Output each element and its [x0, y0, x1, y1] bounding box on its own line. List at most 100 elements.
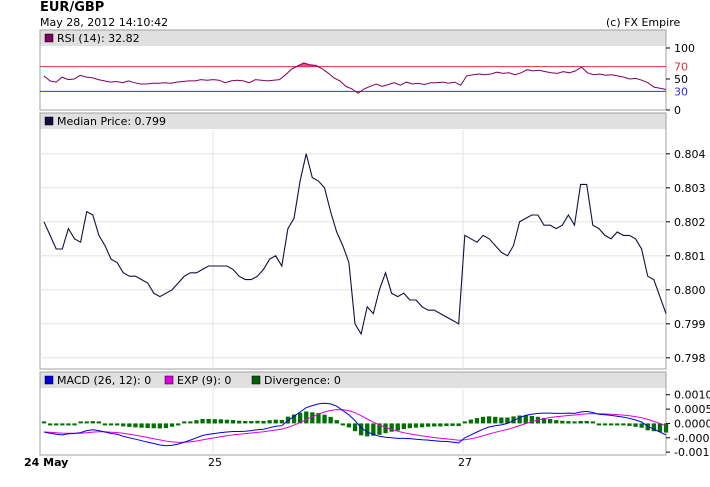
- divergence-bar: [633, 423, 638, 427]
- divergence-bar: [474, 418, 480, 424]
- divergence-bar: [102, 423, 108, 426]
- divergence-bar: [169, 423, 175, 427]
- divergence-bar: [487, 416, 492, 424]
- macd-legend-label: MACD (26, 12): 0: [57, 374, 151, 387]
- divergence-bar: [273, 419, 278, 424]
- divergence-legend-label: Divergence: 0: [264, 374, 341, 387]
- divergence-bar: [230, 420, 236, 424]
- rsi-tick-label: 50: [674, 73, 688, 86]
- divergence-bar: [566, 421, 571, 424]
- divergence-bar: [334, 420, 339, 424]
- price-tick-label: 0.804: [674, 148, 706, 161]
- divergence-bar: [151, 423, 156, 429]
- divergence-bar: [346, 423, 352, 428]
- divergence-bar: [554, 420, 559, 424]
- divergence-bar: [322, 414, 327, 424]
- divergence-bar: [255, 420, 260, 424]
- divergence-bar: [596, 423, 602, 426]
- macd-tick-label: 0.0000: [674, 417, 710, 430]
- x-axis-label: 25: [208, 456, 222, 469]
- price-panel: Median Price: 0.799 0.804 0.803 0.802 0.801…: [39, 112, 706, 370]
- divergence-bar: [108, 423, 114, 426]
- macd-tick-label: 0.0005: [674, 403, 710, 416]
- divergence-bar: [590, 421, 595, 424]
- divergence-bar: [572, 421, 577, 424]
- divergence-bar: [145, 423, 150, 428]
- divergence-bar: [609, 423, 614, 426]
- divergence-bar: [395, 423, 400, 431]
- divergence-bar: [48, 423, 53, 426]
- chart-canvas: RSI (14): 32.82 100 50 0 70 30 Median Price…: [24, 29, 710, 469]
- rsi-legend-label: RSI (14): 32.82: [57, 32, 140, 45]
- divergence-bar: [523, 415, 528, 424]
- median-price-line: [43, 153, 667, 336]
- divergence-bar: [365, 423, 370, 437]
- divergence-bar: [72, 423, 77, 426]
- rsi-level-label: 70: [674, 61, 688, 74]
- divergence-bar: [84, 421, 89, 424]
- rsi-panel: RSI (14): 32.82 100 50 0 70 30: [39, 29, 695, 117]
- divergence-bar: [96, 421, 101, 424]
- divergence-bar: [224, 419, 230, 424]
- x-axis-label: 27: [458, 456, 472, 469]
- divergence-legend-swatch: [251, 375, 261, 385]
- divergence-bar: [426, 423, 431, 427]
- rsi-line: [43, 62, 667, 94]
- divergence-bar: [121, 423, 126, 427]
- divergence-bar: [438, 423, 443, 427]
- divergence-bar: [54, 423, 59, 426]
- divergence-bar: [548, 419, 553, 424]
- divergence-bar: [304, 411, 309, 424]
- divergence-bar: [444, 423, 449, 426]
- divergence-bar: [560, 420, 565, 424]
- divergence-bar: [206, 419, 211, 424]
- price-tick-label: 0.803: [674, 182, 706, 195]
- divergence-bar: [480, 416, 486, 424]
- price-legend-swatch: [44, 116, 54, 126]
- divergence-bar: [41, 421, 47, 424]
- divergence-bar: [157, 423, 162, 429]
- divergence-bar: [432, 423, 437, 427]
- divergence-bar: [90, 421, 95, 424]
- divergence-bar: [188, 421, 193, 424]
- divergence-bar: [407, 423, 412, 429]
- exp-legend-label: EXP (9): 0: [177, 374, 231, 387]
- divergence-bar: [194, 420, 199, 424]
- divergence-bar: [450, 423, 455, 426]
- divergence-bar: [218, 419, 223, 424]
- macd-panel: MACD (26, 12): 0 EXP (9): 0 Divergence: …: [39, 371, 710, 459]
- macd-legend-swatch: [44, 375, 54, 385]
- rsi-level-label: 30: [674, 85, 688, 98]
- divergence-bar: [468, 419, 473, 424]
- divergence-bar: [462, 421, 467, 424]
- divergence-bar: [78, 421, 83, 424]
- divergence-bar: [182, 421, 187, 424]
- price-legend-label: Median Price: 0.799: [57, 115, 166, 128]
- price-tick-label: 0.801: [674, 250, 706, 263]
- rsi-tick-label: 100: [674, 42, 695, 55]
- macd-tick-label: -0.0010: [674, 446, 710, 459]
- divergence-bar: [212, 419, 217, 424]
- exp-legend-swatch: [164, 375, 174, 385]
- divergence-bar: [419, 423, 425, 428]
- divergence-bar: [456, 423, 461, 427]
- divergence-bar: [139, 423, 144, 428]
- x-axis-label: 24 May: [24, 456, 68, 469]
- divergence-bar: [499, 417, 504, 424]
- divergence-bar: [639, 423, 644, 428]
- divergence-bar: [243, 421, 248, 424]
- macd-tick-label: -0.0005: [674, 432, 710, 445]
- divergence-bar: [267, 420, 272, 424]
- rsi-tick-label: 0: [674, 104, 681, 117]
- divergence-bar: [66, 423, 71, 426]
- divergence-bar: [621, 423, 626, 426]
- divergence-bar: [389, 423, 394, 432]
- divergence-bar: [261, 420, 266, 424]
- divergence-bar: [657, 423, 663, 432]
- price-tick-label: 0.798: [674, 352, 706, 365]
- divergence-bar: [163, 423, 169, 429]
- divergence-bar: [60, 423, 65, 426]
- divergence-bar: [615, 423, 620, 426]
- price-tick-label: 0.799: [674, 318, 706, 331]
- price-tick-label: 0.802: [674, 216, 706, 229]
